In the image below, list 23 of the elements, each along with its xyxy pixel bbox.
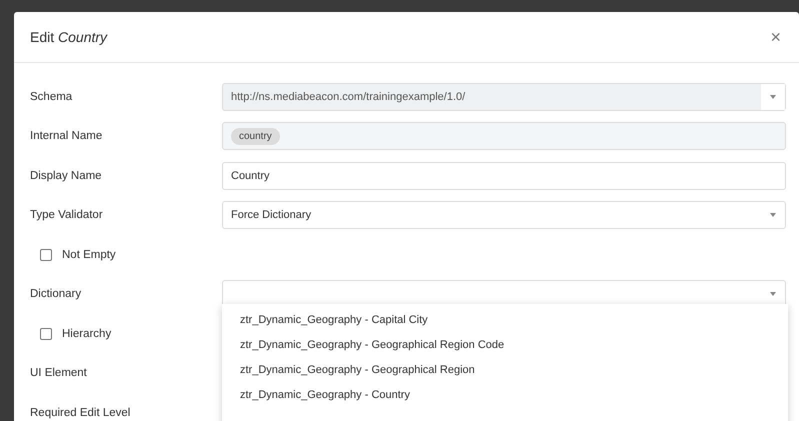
caret-icon — [770, 94, 776, 99]
dropdown-option[interactable]: ztr_Dynamic_Geography - Capital City — [222, 308, 788, 333]
dropdown-option[interactable]: ztr_Dynamic_Geography - Country — [222, 383, 788, 408]
caret-icon — [770, 292, 776, 296]
name-tag: country — [231, 128, 280, 145]
dialog-title: Edit Country — [30, 29, 108, 45]
checkbox-label: Hierarchy — [62, 328, 112, 340]
checkbox-label: Not Empty — [62, 248, 116, 261]
field-label: Internal Name — [30, 130, 104, 142]
field-label: Schema — [30, 90, 74, 103]
field-label: Type Validator — [30, 209, 104, 222]
field-label: UI Element — [30, 367, 88, 380]
field-label: Required Edit Level — [30, 406, 132, 419]
field-label: Dictionary — [30, 288, 82, 300]
input-field[interactable]: Country — [222, 162, 786, 190]
checkbox[interactable] — [40, 328, 52, 340]
dropdown-option[interactable]: ztr_Dynamic_Geography - Geographical Region — [222, 358, 788, 383]
checkbox[interactable] — [40, 248, 52, 261]
dropdown-option[interactable]: ztr_Dynamic_Geography - Geographical Region Code — [222, 333, 788, 358]
caret-icon — [770, 213, 776, 218]
field-label: Display Name — [30, 170, 103, 182]
close-button[interactable]: × — [766, 26, 785, 48]
select-field[interactable]: Force Dictionary — [222, 201, 786, 230]
